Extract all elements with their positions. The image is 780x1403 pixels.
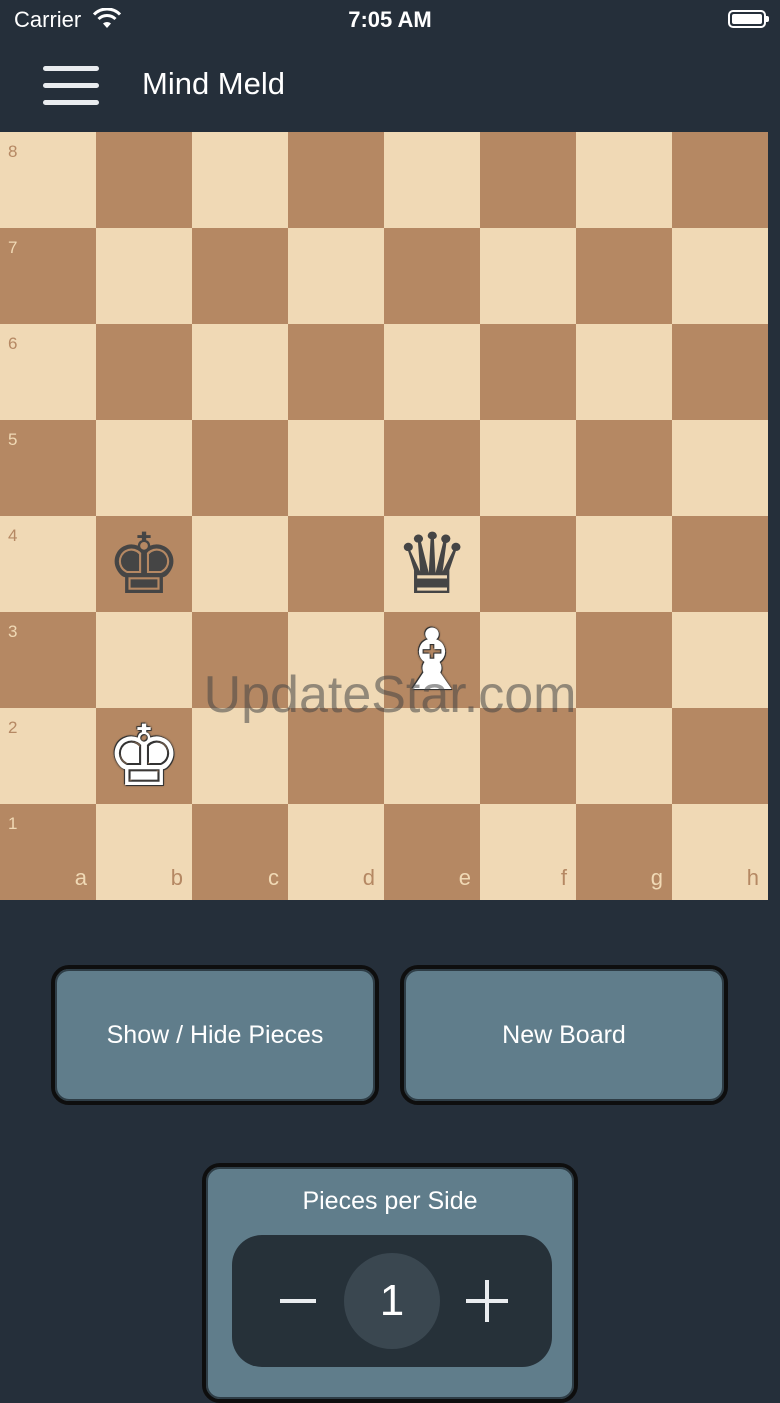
rank-label: 5 — [8, 430, 18, 449]
square-e8[interactable] — [384, 132, 480, 228]
page-title: Mind Meld — [142, 66, 285, 101]
square-h6[interactable] — [672, 324, 768, 420]
square-d6[interactable] — [288, 324, 384, 420]
square-e4[interactable]: ♛ — [384, 516, 480, 612]
square-e7[interactable] — [384, 228, 480, 324]
square-g4[interactable] — [576, 516, 672, 612]
black-queen-icon[interactable]: ♛ — [384, 516, 480, 612]
square-h5[interactable] — [672, 420, 768, 516]
file-label: h — [746, 865, 759, 890]
square-h7[interactable] — [672, 228, 768, 324]
minus-icon[interactable] — [272, 1263, 324, 1339]
square-b7[interactable] — [96, 228, 192, 324]
square-c7[interactable] — [192, 228, 288, 324]
square-a1[interactable]: 1a — [0, 804, 96, 900]
file-label: b — [170, 865, 183, 890]
square-b3[interactable] — [96, 612, 192, 708]
square-g1[interactable]: g — [576, 804, 672, 900]
square-g2[interactable] — [576, 708, 672, 804]
square-c6[interactable] — [192, 324, 288, 420]
square-b8[interactable] — [96, 132, 192, 228]
square-f7[interactable] — [480, 228, 576, 324]
square-h3[interactable] — [672, 612, 768, 708]
square-d2[interactable] — [288, 708, 384, 804]
black-king-icon[interactable]: ♚ — [96, 516, 192, 612]
square-e3[interactable]: ♝ — [384, 612, 480, 708]
chess-board[interactable]: 8 7 6 5 4 ♚ ♛ 3 ♝ 2 ♚ 1 a b c d e f g h — [0, 132, 768, 900]
square-d7[interactable] — [288, 228, 384, 324]
rank-label: 2 — [8, 718, 18, 737]
pieces-per-side-value: 1 — [344, 1253, 440, 1349]
rank-label: 7 — [8, 238, 18, 257]
square-b6[interactable] — [96, 324, 192, 420]
square-h4[interactable] — [672, 516, 768, 612]
navigation-bar: Mind Meld — [0, 40, 780, 132]
square-c3[interactable] — [192, 612, 288, 708]
square-h2[interactable] — [672, 708, 768, 804]
square-c8[interactable] — [192, 132, 288, 228]
square-c2[interactable] — [192, 708, 288, 804]
status-bar: Carrier 7:05 AM — [0, 0, 780, 40]
square-h1[interactable]: h — [672, 804, 768, 900]
square-b2[interactable]: ♚ — [96, 708, 192, 804]
square-g8[interactable] — [576, 132, 672, 228]
square-a4[interactable]: 4 — [0, 516, 96, 612]
square-c5[interactable] — [192, 420, 288, 516]
square-e5[interactable] — [384, 420, 480, 516]
square-e1[interactable]: e — [384, 804, 480, 900]
square-a5[interactable]: 5 — [0, 420, 96, 516]
white-king-icon[interactable]: ♚ — [96, 708, 192, 804]
square-h8[interactable] — [672, 132, 768, 228]
square-f2[interactable] — [480, 708, 576, 804]
square-b1[interactable]: b — [96, 804, 192, 900]
square-a8[interactable]: 8 — [0, 132, 96, 228]
square-d1[interactable]: d — [288, 804, 384, 900]
square-f3[interactable] — [480, 612, 576, 708]
pieces-per-side-stepper: 1 — [232, 1235, 552, 1367]
hamburger-menu-icon[interactable] — [43, 66, 99, 106]
file-label: e — [458, 865, 471, 890]
square-b4[interactable]: ♚ — [96, 516, 192, 612]
file-label: g — [650, 865, 663, 890]
status-time: 7:05 AM — [348, 7, 432, 32]
file-label: f — [560, 865, 567, 890]
rank-label: 4 — [8, 526, 18, 545]
square-b5[interactable] — [96, 420, 192, 516]
square-d5[interactable] — [288, 420, 384, 516]
square-g3[interactable] — [576, 612, 672, 708]
rank-label: 3 — [8, 622, 18, 641]
square-a7[interactable]: 7 — [0, 228, 96, 324]
show-hide-pieces-button[interactable]: Show / Hide Pieces — [51, 965, 379, 1105]
file-label: d — [362, 865, 375, 890]
square-g7[interactable] — [576, 228, 672, 324]
square-g5[interactable] — [576, 420, 672, 516]
rank-label: 1 — [8, 814, 18, 833]
new-board-button[interactable]: New Board — [400, 965, 728, 1105]
square-f5[interactable] — [480, 420, 576, 516]
square-f8[interactable] — [480, 132, 576, 228]
square-f1[interactable]: f — [480, 804, 576, 900]
square-d8[interactable] — [288, 132, 384, 228]
pieces-per-side-label: Pieces per Side — [302, 1187, 478, 1215]
square-g6[interactable] — [576, 324, 672, 420]
square-a3[interactable]: 3 — [0, 612, 96, 708]
square-a6[interactable]: 6 — [0, 324, 96, 420]
file-label: a — [74, 865, 87, 890]
pieces-per-side-panel: Pieces per Side 1 — [202, 1163, 578, 1403]
square-c1[interactable]: c — [192, 804, 288, 900]
rank-label: 8 — [8, 142, 18, 161]
square-d4[interactable] — [288, 516, 384, 612]
square-e6[interactable] — [384, 324, 480, 420]
square-c4[interactable] — [192, 516, 288, 612]
square-f6[interactable] — [480, 324, 576, 420]
white-bishop-icon[interactable]: ♝ — [384, 612, 480, 708]
square-f4[interactable] — [480, 516, 576, 612]
square-a2[interactable]: 2 — [0, 708, 96, 804]
file-label: c — [268, 865, 279, 890]
battery-icon — [728, 10, 769, 28]
square-e2[interactable] — [384, 708, 480, 804]
plus-icon[interactable] — [460, 1263, 512, 1339]
rank-label: 6 — [8, 334, 18, 353]
square-d3[interactable] — [288, 612, 384, 708]
